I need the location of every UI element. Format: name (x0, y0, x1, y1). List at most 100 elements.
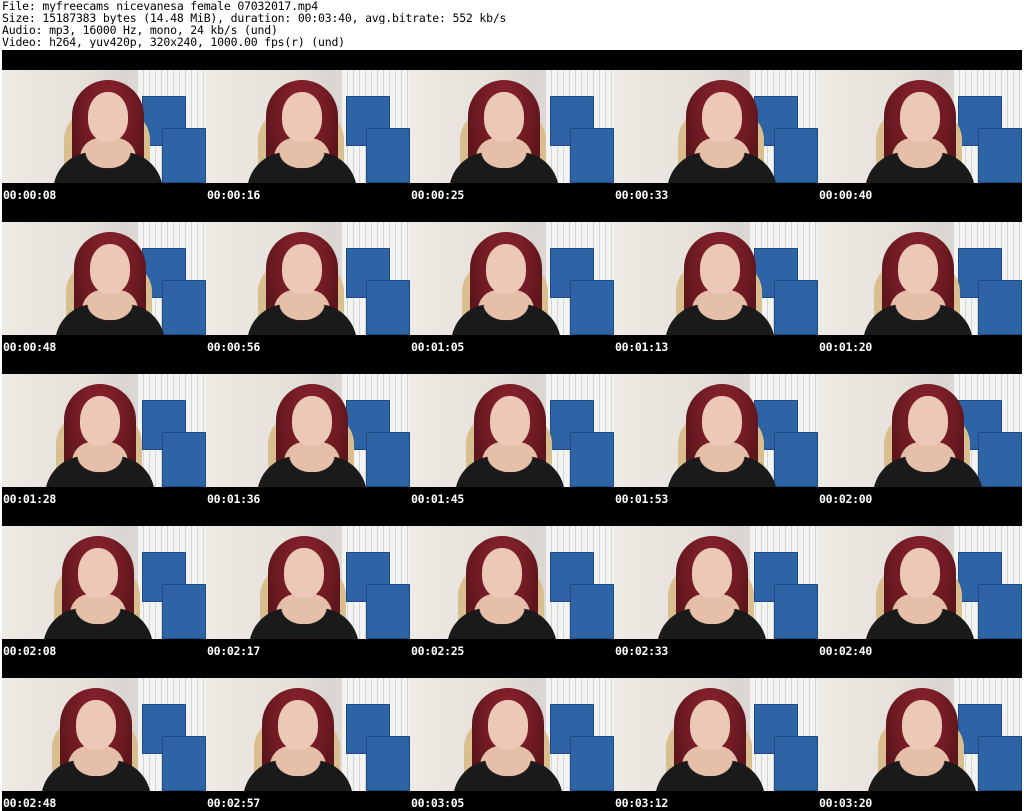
audio-info-line: Audio: mp3, 16000 Hz, mono, 24 kb/s (und… (2, 24, 278, 36)
frame-blue-box (162, 432, 206, 487)
frame-face (486, 244, 526, 294)
video-frame-thumbnail (614, 374, 818, 487)
frame-timestamp: 00:01:13 (615, 340, 668, 354)
frame-timestamp: 00:00:40 (819, 188, 872, 202)
thumbnail-row: 00:00:48 00:00:56 00:01:05 00:01:13 00:01:20 (2, 202, 1022, 354)
frame-face (900, 548, 940, 598)
frame-blue-box (570, 432, 614, 487)
frame-timestamp: 00:03:05 (411, 796, 464, 810)
frame-face (490, 396, 530, 446)
frame-blue-box (978, 280, 1022, 335)
video-frame-thumbnail (2, 70, 206, 183)
frame-timestamp: 00:00:56 (207, 340, 260, 354)
thumbnail-row: 00:01:28 00:01:36 00:01:45 00:01:53 00:02:00 (2, 354, 1022, 506)
frame-face (80, 396, 120, 446)
video-frame-thumbnail (818, 374, 1022, 487)
frame-face (78, 548, 118, 598)
video-frame-thumbnail (206, 526, 410, 639)
frame-timestamp: 00:03:12 (615, 796, 668, 810)
video-frame-thumbnail (410, 526, 614, 639)
video-frame-thumbnail (818, 526, 1022, 639)
frame-face (484, 92, 524, 142)
frame-timestamp: 00:02:25 (411, 644, 464, 658)
frame-face (292, 396, 332, 446)
video-frame-thumbnail (410, 678, 614, 791)
video-frame-thumbnail (2, 222, 206, 335)
video-frame-thumbnail (2, 678, 206, 791)
frame-timestamp: 00:01:53 (615, 492, 668, 506)
frame-blue-box (978, 128, 1022, 183)
file-size-line: Size: 15187383 bytes (14.48 MiB), durati… (2, 12, 507, 24)
frame-blue-box (774, 432, 818, 487)
thumbnail-grid: 00:00:08 00:00:16 00:00:25 00:00:33 00:00:40… (2, 50, 1022, 811)
frame-face (76, 700, 116, 750)
video-frame-thumbnail (206, 70, 410, 183)
video-frame-thumbnail (818, 70, 1022, 183)
file-name-line: File: myfreecams_nicevanesa_female_07032… (2, 0, 319, 12)
frame-blue-box (162, 584, 206, 639)
frame-face (702, 92, 742, 142)
frame-timestamp: 00:00:33 (615, 188, 668, 202)
frame-face (700, 244, 740, 294)
frame-face (88, 92, 128, 142)
video-frame-thumbnail (410, 222, 614, 335)
frame-timestamp: 00:01:45 (411, 492, 464, 506)
frame-blue-box (774, 584, 818, 639)
frame-timestamp: 00:00:08 (3, 188, 56, 202)
frame-face (902, 700, 942, 750)
frame-blue-box (774, 736, 818, 791)
frame-blue-box (366, 736, 410, 791)
video-frame-thumbnail (818, 222, 1022, 335)
frame-timestamp: 00:02:40 (819, 644, 872, 658)
frame-blue-box (570, 736, 614, 791)
thumbnail-row: 00:02:48 00:02:57 00:03:05 00:03:12 00:03:20 (2, 658, 1022, 810)
frame-face (692, 548, 732, 598)
video-frame-thumbnail (818, 678, 1022, 791)
frame-face (702, 396, 742, 446)
frame-blue-box (162, 128, 206, 183)
video-frame-thumbnail (614, 70, 818, 183)
frame-blue-box (366, 280, 410, 335)
thumbnail-row: 00:02:08 00:02:17 00:02:25 00:02:33 00:02:40 (2, 506, 1022, 658)
frame-timestamp: 00:00:25 (411, 188, 464, 202)
frame-timestamp: 00:02:48 (3, 796, 56, 810)
frame-blue-box (366, 128, 410, 183)
video-info-line: Video: h264, yuv420p, 320x240, 1000.00 f… (2, 36, 345, 48)
frame-timestamp: 00:00:16 (207, 188, 260, 202)
frame-timestamp: 00:00:48 (3, 340, 56, 354)
video-frame-thumbnail (206, 374, 410, 487)
frame-timestamp: 00:02:00 (819, 492, 872, 506)
frame-blue-box (366, 584, 410, 639)
frame-blue-box (570, 128, 614, 183)
frame-face (278, 700, 318, 750)
frame-timestamp: 00:02:08 (3, 644, 56, 658)
frame-timestamp: 00:01:05 (411, 340, 464, 354)
frame-face (690, 700, 730, 750)
video-frame-thumbnail (2, 374, 206, 487)
video-frame-thumbnail (410, 70, 614, 183)
frame-timestamp: 00:02:17 (207, 644, 260, 658)
frame-blue-box (162, 280, 206, 335)
frame-blue-box (570, 584, 614, 639)
frame-face (284, 548, 324, 598)
frame-face (282, 92, 322, 142)
frame-timestamp: 00:01:20 (819, 340, 872, 354)
frame-timestamp: 00:02:33 (615, 644, 668, 658)
frame-face (908, 396, 948, 446)
video-frame-thumbnail (206, 678, 410, 791)
thumbnail-row: 00:00:08 00:00:16 00:00:25 00:00:33 00:00:40 (2, 50, 1022, 202)
frame-face (898, 244, 938, 294)
frame-blue-box (366, 432, 410, 487)
video-frame-thumbnail (206, 222, 410, 335)
video-frame-thumbnail (410, 374, 614, 487)
frame-blue-box (570, 280, 614, 335)
frame-timestamp: 00:01:28 (3, 492, 56, 506)
frame-face (482, 548, 522, 598)
frame-blue-box (774, 128, 818, 183)
frame-timestamp: 00:02:57 (207, 796, 260, 810)
frame-face (90, 244, 130, 294)
frame-face (282, 244, 322, 294)
frame-blue-box (774, 280, 818, 335)
frame-blue-box (978, 736, 1022, 791)
file-info-header: File: myfreecams_nicevanesa_female_07032… (2, 0, 1022, 50)
